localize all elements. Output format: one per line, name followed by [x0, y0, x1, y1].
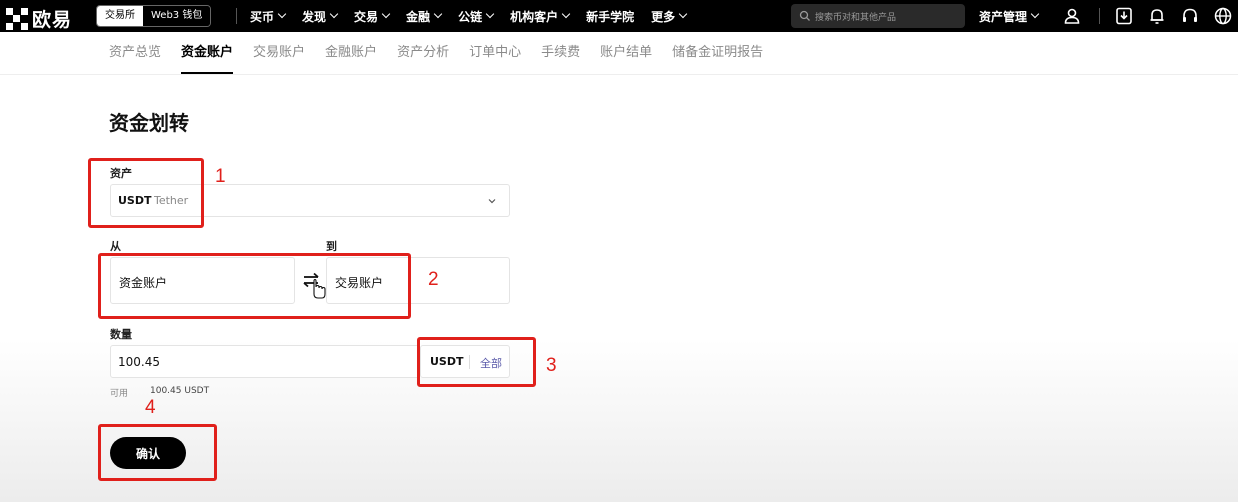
nav-discover[interactable]: 发现	[302, 8, 339, 25]
annotation-box-4	[98, 424, 217, 481]
amount-value: 100.45	[118, 355, 160, 369]
tab-fees[interactable]: 手续费	[541, 32, 580, 74]
brand-name: 欧易	[32, 9, 73, 31]
asset-management-menu[interactable]: 资产管理	[979, 0, 1040, 32]
available-value: 100.45 USDT	[150, 386, 210, 396]
amount-label: 数量	[110, 328, 132, 341]
nav-chain[interactable]: 公链	[458, 8, 495, 25]
annotation-box-2	[98, 253, 411, 319]
nav-finance[interactable]: 金融	[406, 8, 443, 25]
bell-icon[interactable]	[1147, 6, 1167, 26]
from-label: 从	[110, 240, 121, 253]
chevron-down-icon	[1030, 9, 1040, 19]
okx-logo-icon	[6, 7, 28, 30]
search-icon	[799, 10, 810, 21]
user-icon[interactable]	[1062, 6, 1082, 26]
tab-order-center[interactable]: 订单中心	[469, 32, 521, 74]
globe-icon[interactable]	[1213, 6, 1233, 26]
chevron-down-icon	[561, 9, 571, 19]
nav-buy-crypto[interactable]: 买币	[250, 8, 287, 25]
chevron-down-icon	[488, 199, 496, 204]
annotation-number-1: 1	[215, 166, 226, 187]
annotation-box-3	[417, 337, 536, 387]
search-input[interactable]: 搜索币对和其他产品	[791, 4, 965, 28]
headset-icon[interactable]	[1180, 6, 1200, 26]
exchange-tab[interactable]: 交易所	[97, 6, 143, 26]
annotation-number-2: 2	[428, 269, 439, 290]
divider	[236, 8, 237, 24]
nav-trade[interactable]: 交易	[354, 8, 391, 25]
main-nav: 买币 发现 交易 金融 公链 机构客户 新手学院 更多	[250, 0, 703, 32]
search-placeholder: 搜索币对和其他产品	[815, 12, 897, 23]
tab-statements[interactable]: 账户结单	[600, 32, 652, 74]
annotation-box-1	[88, 158, 204, 228]
page-title: 资金划转	[109, 111, 189, 135]
chevron-down-icon	[433, 9, 443, 19]
nav-institutional[interactable]: 机构客户	[510, 8, 571, 25]
download-icon[interactable]	[1114, 6, 1134, 26]
tab-proof-of-reserves[interactable]: 储备金证明报告	[672, 32, 763, 74]
annotation-number-3: 3	[546, 355, 557, 376]
nav-learn[interactable]: 新手学院	[586, 8, 634, 25]
chevron-down-icon	[485, 9, 495, 19]
chevron-down-icon	[329, 9, 339, 19]
chevron-down-icon	[381, 9, 391, 19]
tab-asset-analysis[interactable]: 资产分析	[397, 32, 449, 74]
divider	[1099, 8, 1100, 24]
chevron-down-icon	[277, 9, 287, 19]
tab-finance-account[interactable]: 金融账户	[325, 32, 377, 74]
amount-input[interactable]: 100.45	[110, 345, 420, 378]
to-label: 到	[326, 240, 337, 253]
annotation-number-4: 4	[145, 397, 156, 418]
tab-funding-account[interactable]: 资金账户	[181, 32, 234, 74]
chevron-down-icon	[678, 9, 688, 19]
top-navigation-bar: 欧易 交易所 Web3 钱包 买币 发现 交易 金融 公链 机构客户 新手学院 …	[0, 0, 1238, 32]
available-label: 可用	[110, 389, 129, 399]
platform-switch[interactable]: 交易所 Web3 钱包	[96, 5, 212, 27]
tab-trading-account[interactable]: 交易账户	[253, 32, 305, 74]
web3-wallet-tab[interactable]: Web3 钱包	[143, 6, 211, 26]
account-subnav: 资产总览 资金账户 交易账户 金融账户 资产分析 订单中心 手续费 账户结单 储…	[0, 32, 1238, 75]
tab-asset-overview[interactable]: 资产总览	[109, 32, 161, 74]
nav-more[interactable]: 更多	[651, 8, 688, 25]
brand-logo[interactable]: 欧易	[6, 5, 72, 32]
